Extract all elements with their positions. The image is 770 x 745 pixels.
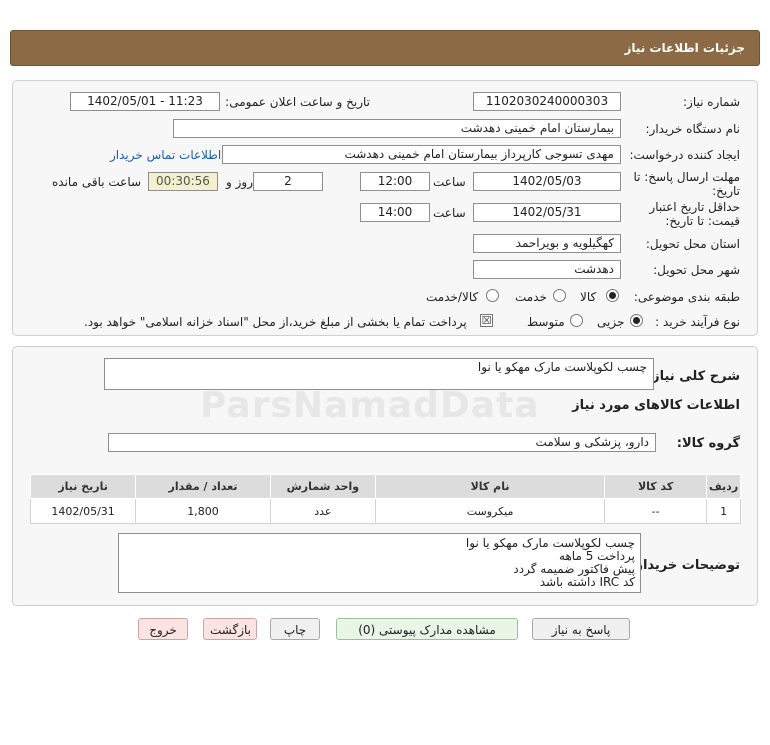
watermark-text: ParsNamadData bbox=[200, 385, 540, 426]
validity-label-line1: حداقل تاریخ اعتبار bbox=[649, 200, 740, 214]
category-goods-radio[interactable] bbox=[606, 289, 619, 302]
reply-button[interactable]: پاسخ به نیاز bbox=[532, 618, 630, 640]
col-name-header: نام کالا bbox=[374, 474, 606, 499]
print-button[interactable]: چاپ bbox=[270, 618, 320, 640]
category-goods-service-radio[interactable] bbox=[486, 289, 499, 302]
goods-group-label: گروه کالا: bbox=[676, 436, 740, 451]
province-field: کهگیلویه و بویراحمد bbox=[473, 234, 621, 253]
need-summary-label: شرح کلی نیاز: bbox=[646, 369, 740, 384]
page-header: جزئیات اطلاعات نیاز bbox=[10, 30, 760, 66]
buyer-notes-label: توضیحات خریدار: bbox=[630, 558, 740, 573]
validity-label-line2: قیمت: تا تاریخ: bbox=[665, 214, 740, 228]
buyer-org-label: نام دستگاه خریدار: bbox=[645, 122, 741, 136]
remaining-time-label: ساعت باقی مانده bbox=[52, 175, 142, 189]
buyer-notes-field: چسب لکوپلاست مارک مهکو یا نوا پرداخت 5 م… bbox=[118, 533, 641, 593]
table-row: 1 -- میکروست عدد 1,800 1402/05/31 bbox=[29, 498, 741, 524]
category-goods-service-label: کالا/خدمت bbox=[426, 290, 479, 304]
announce-datetime-field: 1402/05/01 - 11:23 bbox=[70, 92, 220, 111]
deadline-label-line2: تاریخ: bbox=[712, 184, 740, 198]
province-label: استان محل تحویل: bbox=[645, 237, 740, 251]
buyer-contact-link[interactable]: اطلاعات تماس خریدار bbox=[110, 148, 221, 162]
purchase-medium-label: متوسط bbox=[527, 315, 565, 329]
validity-time-label: ساعت bbox=[433, 206, 466, 220]
cell-unit: عدد bbox=[269, 498, 376, 524]
cell-qty: 1,800 bbox=[135, 498, 271, 524]
view-attachments-button[interactable]: مشاهده مدارک پیوستی (0) bbox=[336, 618, 518, 640]
days-label: روز و bbox=[226, 175, 253, 189]
deadline-time-field: 12:00 bbox=[360, 172, 430, 191]
cell-date: 1402/05/31 bbox=[29, 498, 137, 524]
need-number-label: شماره نیاز: bbox=[683, 95, 740, 109]
treasury-payment-note: پرداخت تمام یا بخشی از مبلغ خرید،از محل … bbox=[84, 315, 467, 329]
deadline-date-field: 1402/05/03 bbox=[473, 172, 621, 191]
goods-table: ردیف کد کالا نام کالا واحد شمارش تعداد /… bbox=[29, 474, 741, 524]
back-button[interactable]: بازگشت bbox=[203, 618, 257, 640]
purchase-type-label: نوع فرآیند خرید : bbox=[655, 315, 740, 329]
days-remaining-field: 2 bbox=[253, 172, 323, 191]
cell-row: 1 bbox=[706, 498, 741, 524]
buyer-note-line: کد IRC داشته باشد bbox=[539, 575, 635, 589]
remaining-time-field: 00:30:56 bbox=[148, 172, 218, 191]
requester-label: ایجاد کننده درخواست: bbox=[629, 148, 740, 162]
category-label: طبقه بندی موضوعی: bbox=[633, 290, 740, 304]
col-row-header: ردیف bbox=[706, 474, 741, 499]
col-unit-header: واحد شمارش bbox=[269, 474, 376, 499]
cell-name: میکروست bbox=[374, 498, 606, 524]
page-title: جزئیات اطلاعات نیاز bbox=[624, 41, 745, 55]
need-number-field: 1102030240000303 bbox=[473, 92, 621, 111]
city-label: شهر محل تحویل: bbox=[653, 263, 740, 277]
category-service-radio[interactable] bbox=[553, 289, 566, 302]
col-qty-header: تعداد / مقدار bbox=[135, 474, 271, 499]
col-code-header: کد کالا bbox=[604, 474, 708, 499]
category-goods-label: کالا bbox=[580, 290, 597, 304]
buyer-org-field: بیمارستان امام خمینی دهدشت bbox=[173, 119, 621, 138]
col-date-header: تاریخ نیاز bbox=[29, 474, 137, 499]
validity-date-field: 1402/05/31 bbox=[473, 203, 621, 222]
treasury-payment-checkbox[interactable]: ☒ bbox=[480, 314, 493, 327]
deadline-label-line1: مهلت ارسال پاسخ: تا bbox=[633, 170, 740, 184]
city-field: دهدشت bbox=[473, 260, 621, 279]
purchase-minor-label: جزیی bbox=[597, 315, 625, 329]
cell-code: -- bbox=[604, 498, 708, 524]
goods-info-title: اطلاعات کالاهای مورد نیاز bbox=[572, 398, 740, 413]
exit-button[interactable]: خروج bbox=[138, 618, 188, 640]
goods-group-field: دارو، پزشکی و سلامت bbox=[108, 433, 656, 452]
purchase-medium-radio[interactable] bbox=[570, 314, 583, 327]
purchase-minor-radio[interactable] bbox=[630, 314, 643, 327]
deadline-time-label: ساعت bbox=[433, 175, 466, 189]
requester-field: مهدی تسوجی کارپرداز بیمارستان امام خمینی… bbox=[222, 145, 621, 164]
goods-table-header: ردیف کد کالا نام کالا واحد شمارش تعداد /… bbox=[29, 474, 741, 499]
announce-datetime-label: تاریخ و ساعت اعلان عمومی: bbox=[225, 95, 370, 109]
category-service-label: خدمت bbox=[515, 290, 547, 304]
validity-time-field: 14:00 bbox=[360, 203, 430, 222]
